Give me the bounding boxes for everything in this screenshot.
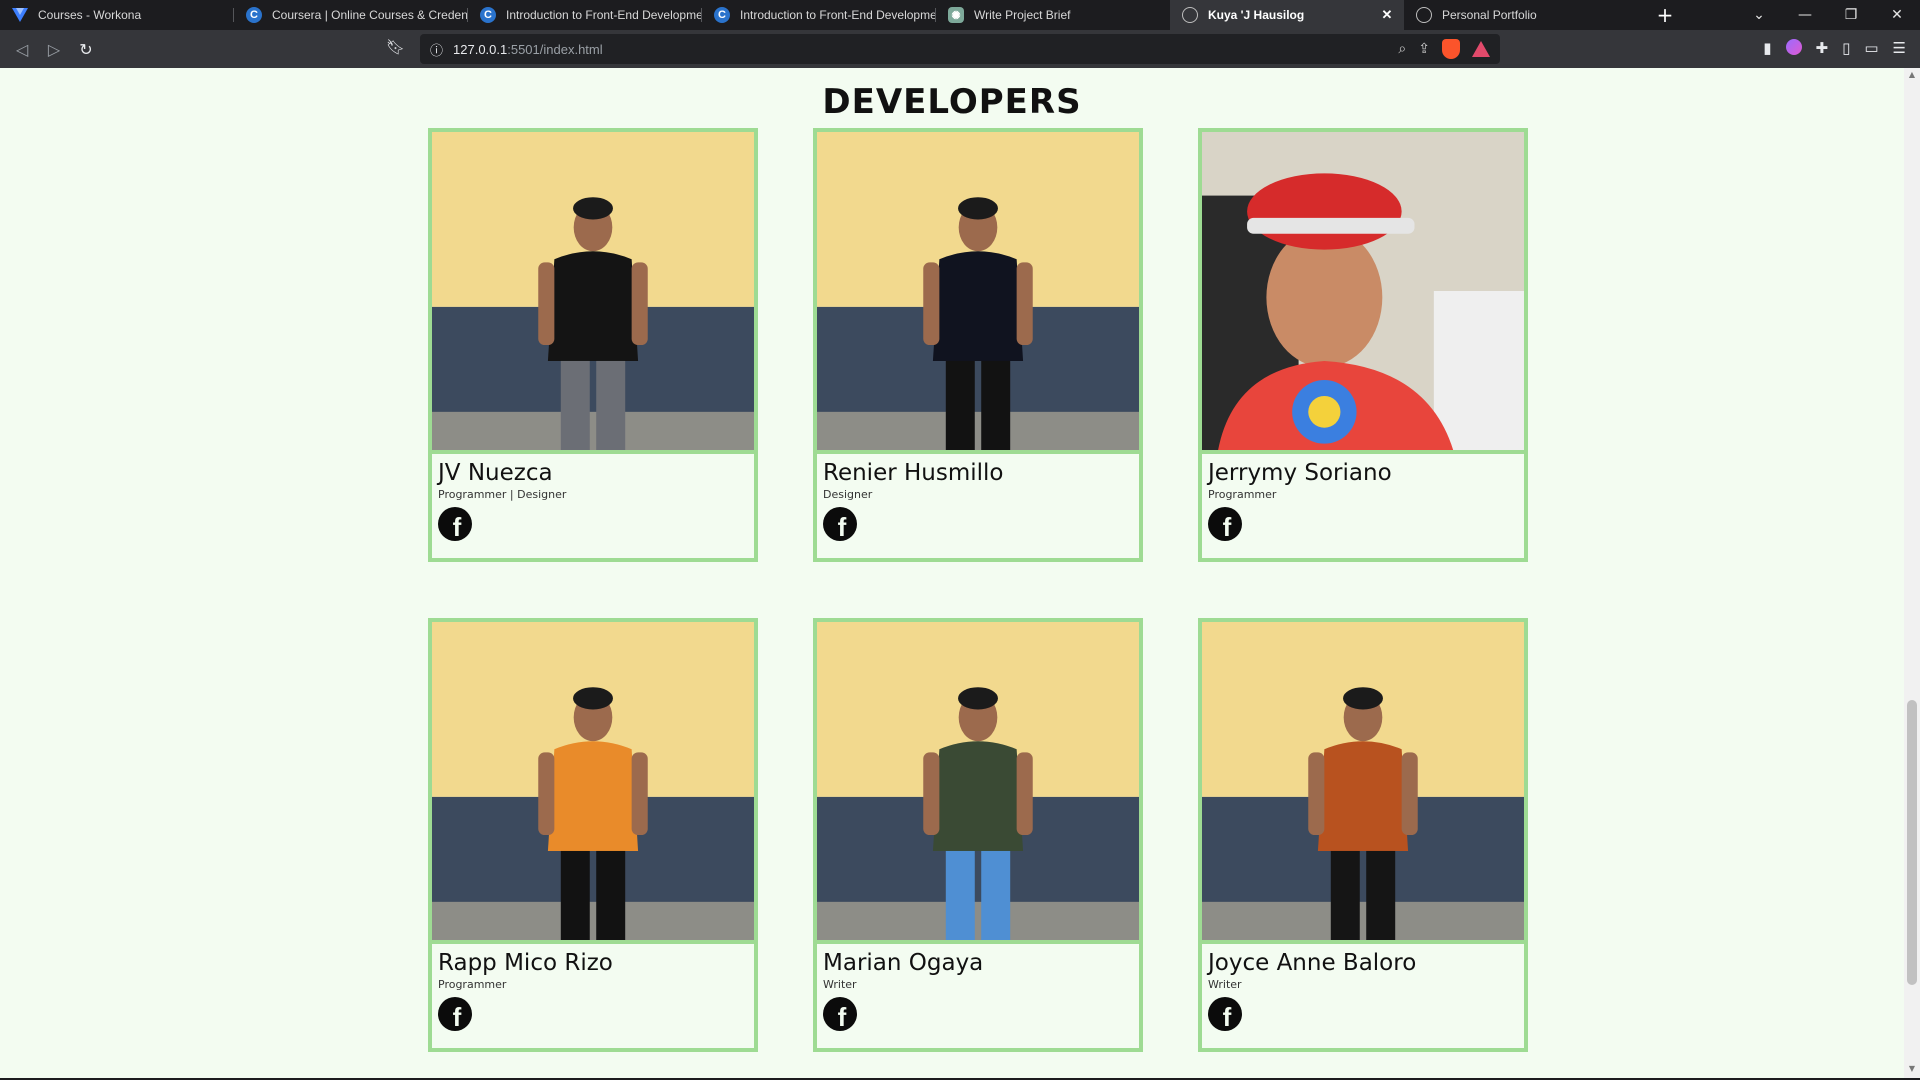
tab-title: Courses - Workona [38, 8, 142, 22]
new-tab-button[interactable]: + [1650, 0, 1680, 30]
developer-name: JV Nuezca [438, 460, 553, 486]
developer-name: Joyce Anne Baloro [1208, 950, 1417, 976]
facebook-icon[interactable]: f [438, 507, 472, 542]
developer-card: Marian Ogaya Writer f [813, 618, 1143, 1052]
developer-role: Programmer [438, 978, 507, 991]
tab-title: Introduction to Front-End Development [740, 8, 936, 22]
facebook-icon[interactable]: f [823, 997, 857, 1032]
developers-grid: JV Nuezca Programmer | Designer f Renier… [428, 128, 1530, 1052]
facebook-icon[interactable]: f [1208, 507, 1242, 542]
tab-title: Coursera | Online Courses & Credentials [272, 8, 468, 22]
section-title: DEVELOPERS [822, 82, 1082, 122]
developer-card: Joyce Anne Baloro Writer f [1198, 618, 1528, 1052]
developer-photo [432, 622, 754, 944]
wallet-icon[interactable]: ▭ [1864, 39, 1878, 57]
tab-5-active[interactable]: Kuya 'J Hausilog ✕ [1170, 0, 1404, 30]
developer-card: Renier Husmillo Designer f [813, 128, 1143, 562]
forward-icon[interactable]: ▷ [38, 33, 70, 65]
minimize-button[interactable]: — [1782, 0, 1828, 30]
developer-role: Programmer [1208, 488, 1277, 501]
tab-title: Kuya 'J Hausilog [1208, 8, 1305, 22]
tab-title: Personal Portfolio [1442, 8, 1537, 22]
page-viewport: DEVELOPERS JV Nuezca Programmer | Design… [0, 68, 1904, 1078]
bookmark-icon[interactable]: 🔖︎ [386, 38, 405, 56]
developer-photo [432, 132, 754, 454]
developer-photo [817, 622, 1139, 944]
back-icon[interactable]: ◁ [6, 33, 38, 65]
developer-name: Renier Husmillo [823, 460, 1004, 486]
scrollbar-thumb[interactable] [1907, 700, 1917, 985]
url-text: 127.0.0.1:5501/index.html [453, 42, 603, 57]
tab-0[interactable]: Courses - Workona [0, 0, 234, 30]
extension-icon[interactable]: ▮ [1763, 39, 1771, 57]
brave-rewards-icon[interactable] [1472, 41, 1490, 57]
extension-area: ▮ ✚ ▯ ▭ ☰ [1763, 39, 1906, 57]
globe-icon [1416, 7, 1432, 23]
close-tab-icon[interactable]: ✕ [1378, 7, 1396, 23]
url-host: 127.0.0.1 [453, 41, 508, 57]
developer-card: Rapp Mico Rizo Programmer f [428, 618, 758, 1052]
workona-icon [12, 7, 28, 23]
scroll-up-icon[interactable]: ▲ [1908, 70, 1916, 79]
tab-title: Write Project Brief [974, 8, 1071, 22]
developer-role: Designer [823, 488, 873, 501]
coursera-icon: C [246, 7, 262, 23]
globe-icon [1182, 7, 1198, 23]
leo-ai-icon[interactable] [1785, 39, 1802, 55]
window-controls: ⌄ — ❐ ✕ [1736, 0, 1920, 30]
developer-role: Writer [1208, 978, 1242, 991]
developer-role: Writer [823, 978, 857, 991]
zoom-icon[interactable]: ⌕ [1398, 41, 1406, 57]
tab-3[interactable]: C Introduction to Front-End Development [702, 0, 936, 30]
close-window-button[interactable]: ✕ [1874, 0, 1920, 30]
tab-2[interactable]: C Introduction to Front-End Development [468, 0, 702, 30]
developer-photo [817, 132, 1139, 454]
restore-button[interactable]: ❐ [1828, 0, 1874, 30]
reload-icon[interactable]: ↻ [70, 33, 102, 65]
tab-4[interactable]: ✺ Write Project Brief [936, 0, 1170, 30]
developer-card: JV Nuezca Programmer | Designer f [428, 128, 758, 562]
developer-name: Rapp Mico Rizo [438, 950, 613, 976]
developer-photo [1202, 622, 1524, 944]
url-path: :5501/index.html [507, 41, 603, 57]
card-body: Rapp Mico Rizo Programmer f [432, 944, 754, 1035]
openai-icon: ✺ [948, 7, 964, 23]
tab-search-icon[interactable]: ⌄ [1736, 0, 1782, 30]
tab-1[interactable]: C Coursera | Online Courses & Credential… [234, 0, 468, 30]
card-body: JV Nuezca Programmer | Designer f [432, 454, 754, 545]
tab-strip: Courses - Workona C Coursera | Online Co… [0, 0, 1920, 30]
address-bar-actions: ⌕ ⇪ [1398, 39, 1490, 59]
tab-actions: + ⌄ — ❐ ✕ [1638, 0, 1920, 30]
extensions-puzzle-icon[interactable]: ✚ [1816, 39, 1829, 57]
tab-6[interactable]: Personal Portfolio [1404, 0, 1638, 30]
facebook-icon[interactable]: f [823, 507, 857, 542]
developer-name: Jerrymy Soriano [1208, 460, 1392, 486]
developer-name: Marian Ogaya [823, 950, 984, 976]
developer-role: Programmer | Designer [438, 488, 567, 501]
tab-title: Introduction to Front-End Development [506, 8, 702, 22]
card-body: Marian Ogaya Writer f [817, 944, 1139, 1035]
card-body: Renier Husmillo Designer f [817, 454, 1139, 545]
browser-toolbar: ◁ ▷ ↻ 🔖︎ ⓘ 127.0.0.1:5501/index.html ⌕ ⇪… [0, 30, 1920, 68]
coursera-icon: C [480, 7, 496, 23]
site-info-icon[interactable]: ⓘ [430, 40, 443, 59]
address-bar[interactable]: ⓘ 127.0.0.1:5501/index.html ⌕ ⇪ [420, 34, 1500, 64]
developer-card: Jerrymy Soriano Programmer f [1198, 128, 1528, 562]
share-icon[interactable]: ⇪ [1418, 41, 1430, 57]
facebook-icon[interactable]: f [438, 997, 472, 1032]
menu-icon[interactable]: ☰ [1893, 39, 1906, 57]
coursera-icon: C [714, 7, 730, 23]
sidebar-icon[interactable]: ▯ [1842, 39, 1850, 57]
card-body: Joyce Anne Baloro Writer f [1202, 944, 1524, 1035]
developer-photo [1202, 132, 1524, 454]
scroll-down-icon[interactable]: ▼ [1908, 1064, 1916, 1073]
card-body: Jerrymy Soriano Programmer f [1202, 454, 1524, 545]
facebook-icon[interactable]: f [1208, 997, 1242, 1032]
brave-shields-icon[interactable] [1442, 39, 1460, 59]
